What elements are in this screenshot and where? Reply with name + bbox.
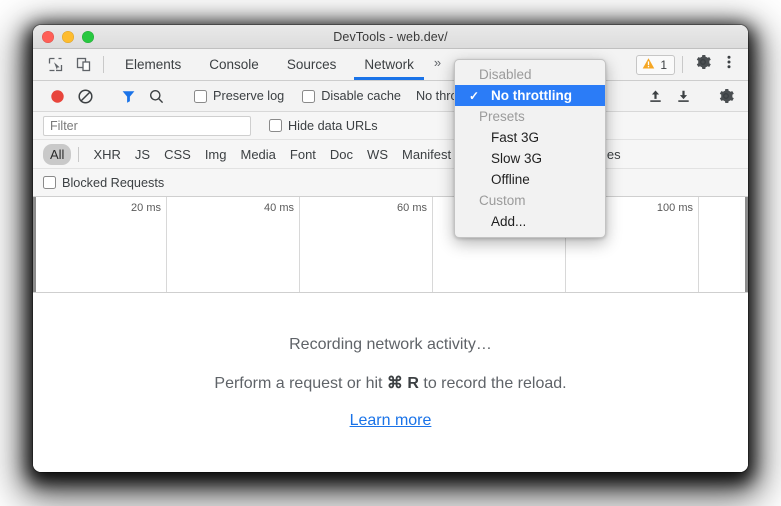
clear-icon[interactable] xyxy=(71,84,99,108)
filter-input[interactable] xyxy=(43,116,251,136)
timeline-left-handle[interactable] xyxy=(33,197,36,292)
preserve-log-box xyxy=(194,90,207,103)
dropdown-item-no-throttling-label: No throttling xyxy=(491,88,572,103)
blocked-requests-row: Blocked Requests xyxy=(33,169,748,197)
type-filter-css[interactable]: CSS xyxy=(157,144,198,165)
devtools-tabbar: Elements Console Sources Network » 1 xyxy=(33,49,748,81)
tab-sources-label: Sources xyxy=(287,57,337,72)
screenshot-root: DevTools - web.dev/ xyxy=(0,0,781,506)
type-filter-media[interactable]: Media xyxy=(233,144,282,165)
dropdown-item-offline-label: Offline xyxy=(491,172,530,187)
disable-cache-box xyxy=(302,90,315,103)
tab-console[interactable]: Console xyxy=(195,49,273,80)
tab-elements-label: Elements xyxy=(125,57,181,72)
type-filter-ws[interactable]: WS xyxy=(360,144,395,165)
type-filter-js[interactable]: JS xyxy=(128,144,157,165)
blocked-requests-checkbox[interactable]: Blocked Requests xyxy=(43,176,173,190)
resource-type-filter-row: All XHR JS CSS Img Media Font Doc WS Man… xyxy=(33,140,748,169)
timeline-gridline xyxy=(698,197,699,292)
dropdown-item-no-throttling[interactable]: ✓ No throttling xyxy=(455,85,605,106)
hide-data-urls-box xyxy=(269,119,282,132)
type-filter-manifest[interactable]: Manifest xyxy=(395,144,458,165)
network-toolbar: Preserve log Disable cache No throttling xyxy=(33,81,748,112)
export-har-icon[interactable] xyxy=(669,84,697,108)
reload-hint-suffix: to record the reload. xyxy=(419,375,567,392)
tab-network[interactable]: Network xyxy=(350,49,428,80)
hide-data-urls-label: Hide data URLs xyxy=(288,119,378,133)
network-empty-state: Recording network activity… Perform a re… xyxy=(33,293,748,472)
type-filter-doc[interactable]: Doc xyxy=(323,144,360,165)
tab-console-label: Console xyxy=(209,57,259,72)
tab-network-label: Network xyxy=(364,57,414,72)
tabbar-divider xyxy=(103,56,104,73)
import-har-icon[interactable] xyxy=(641,84,669,108)
tabbar-divider-right xyxy=(682,56,683,73)
checkmark-icon: ✓ xyxy=(469,90,479,102)
dropdown-item-offline[interactable]: Offline xyxy=(455,169,605,190)
learn-more-link[interactable]: Learn more xyxy=(350,412,432,430)
dropdown-item-fast-3g-label: Fast 3G xyxy=(491,130,539,145)
tab-elements[interactable]: Elements xyxy=(111,49,195,80)
warning-count: 1 xyxy=(660,58,667,72)
vertical-dots-icon[interactable] xyxy=(716,49,742,75)
type-filter-all[interactable]: All xyxy=(43,144,71,165)
dropdown-group-disabled: Disabled xyxy=(455,64,605,85)
dropdown-item-slow-3g-label: Slow 3G xyxy=(491,151,542,166)
devtools-window: DevTools - web.dev/ xyxy=(33,25,748,472)
timeline-right-handle[interactable] xyxy=(745,197,748,292)
dropdown-item-add[interactable]: Add... xyxy=(455,211,605,232)
reload-hint-prefix: Perform a request or hit xyxy=(214,375,387,392)
type-filter-font[interactable]: Font xyxy=(283,144,323,165)
command-key-glyph: ⌘ xyxy=(387,375,403,392)
type-filter-img[interactable]: Img xyxy=(198,144,234,165)
device-toolbar-icon[interactable] xyxy=(70,52,96,78)
search-icon[interactable] xyxy=(142,84,170,108)
dropdown-item-slow-3g[interactable]: Slow 3G xyxy=(455,148,605,169)
timeline-tick-label: 100 ms xyxy=(657,202,698,214)
filter-row: Hide data URLs xyxy=(33,112,748,140)
blocked-requests-box xyxy=(43,176,56,189)
inspect-element-icon[interactable] xyxy=(42,52,68,78)
disable-cache-checkbox[interactable]: Disable cache xyxy=(293,89,410,103)
dropdown-group-custom: Custom xyxy=(455,190,605,211)
type-filter-xhr[interactable]: XHR xyxy=(86,144,127,165)
tabbar-left-icons xyxy=(39,49,96,80)
network-settings-gear-icon[interactable] xyxy=(712,84,740,108)
blocked-requests-label: Blocked Requests xyxy=(62,176,164,190)
timeline-tick-label: 60 ms xyxy=(397,202,432,214)
timeline-tick-label: 40 ms xyxy=(264,202,299,214)
reload-hint-text: Perform a request or hit ⌘ R to record t… xyxy=(214,373,566,393)
warning-badge[interactable]: 1 xyxy=(636,55,675,75)
disable-cache-label: Disable cache xyxy=(321,89,401,103)
window-titlebar: DevTools - web.dev/ xyxy=(33,25,748,49)
hide-data-urls-checkbox[interactable]: Hide data URLs xyxy=(251,119,387,133)
r-key-glyph: R xyxy=(407,375,419,392)
devtools-tabs: Elements Console Sources Network xyxy=(111,49,428,80)
preserve-log-checkbox[interactable]: Preserve log xyxy=(185,89,293,103)
tab-sources[interactable]: Sources xyxy=(273,49,351,80)
minimize-window-button[interactable] xyxy=(62,31,74,43)
traffic-light-controls xyxy=(42,25,94,49)
record-button-icon[interactable] xyxy=(43,84,71,108)
gear-icon[interactable] xyxy=(690,49,716,75)
dropdown-item-add-label: Add... xyxy=(491,214,526,229)
filter-funnel-icon[interactable] xyxy=(114,84,142,108)
preserve-log-label: Preserve log xyxy=(213,89,284,103)
recording-status-text: Recording network activity… xyxy=(289,336,492,354)
close-window-button[interactable] xyxy=(42,31,54,43)
timeline-gridline xyxy=(166,197,167,292)
throttling-dropdown-menu: Disabled ✓ No throttling Presets Fast 3G… xyxy=(454,59,606,238)
dropdown-item-fast-3g[interactable]: Fast 3G xyxy=(455,127,605,148)
warning-triangle-icon xyxy=(642,57,655,73)
timeline-gridline xyxy=(299,197,300,292)
type-filter-divider xyxy=(78,147,79,162)
dropdown-group-presets: Presets xyxy=(455,106,605,127)
network-timeline-overview[interactable]: 20 ms 40 ms 60 ms 80 ms 100 ms xyxy=(33,197,748,293)
window-title: DevTools - web.dev/ xyxy=(33,30,748,44)
maximize-window-button[interactable] xyxy=(82,31,94,43)
timeline-gridline xyxy=(432,197,433,292)
timeline-tick-label: 20 ms xyxy=(131,202,166,214)
more-tabs-button[interactable]: » xyxy=(428,49,448,80)
